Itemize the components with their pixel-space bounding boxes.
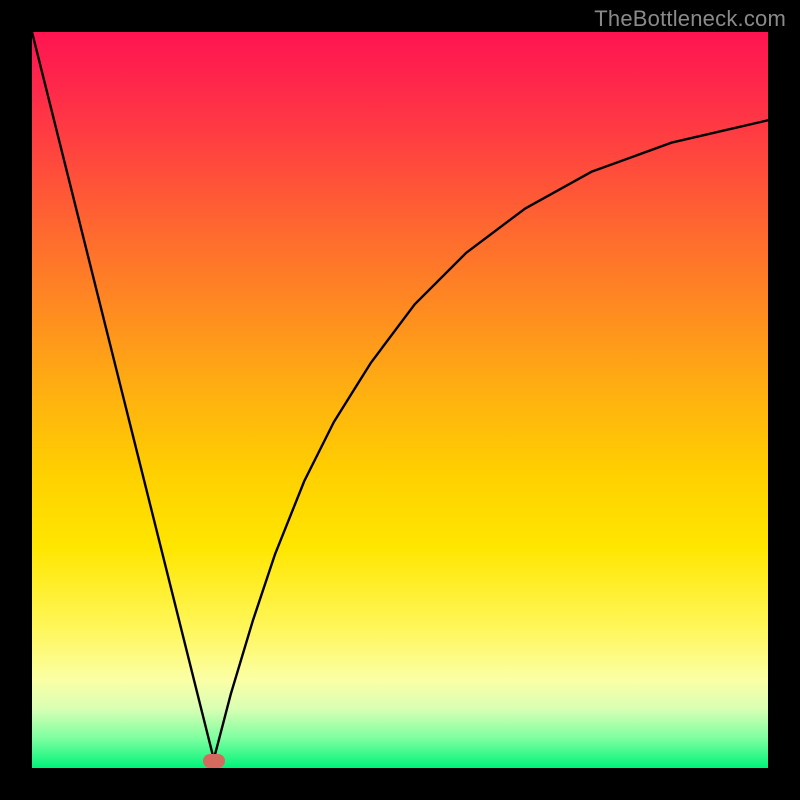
chart-curve xyxy=(32,32,768,768)
chart-frame: TheBottleneck.com xyxy=(0,0,800,800)
watermark-label: TheBottleneck.com xyxy=(594,6,786,32)
curve-path xyxy=(32,32,768,759)
minimum-marker xyxy=(203,754,225,768)
plot-area xyxy=(32,32,768,768)
